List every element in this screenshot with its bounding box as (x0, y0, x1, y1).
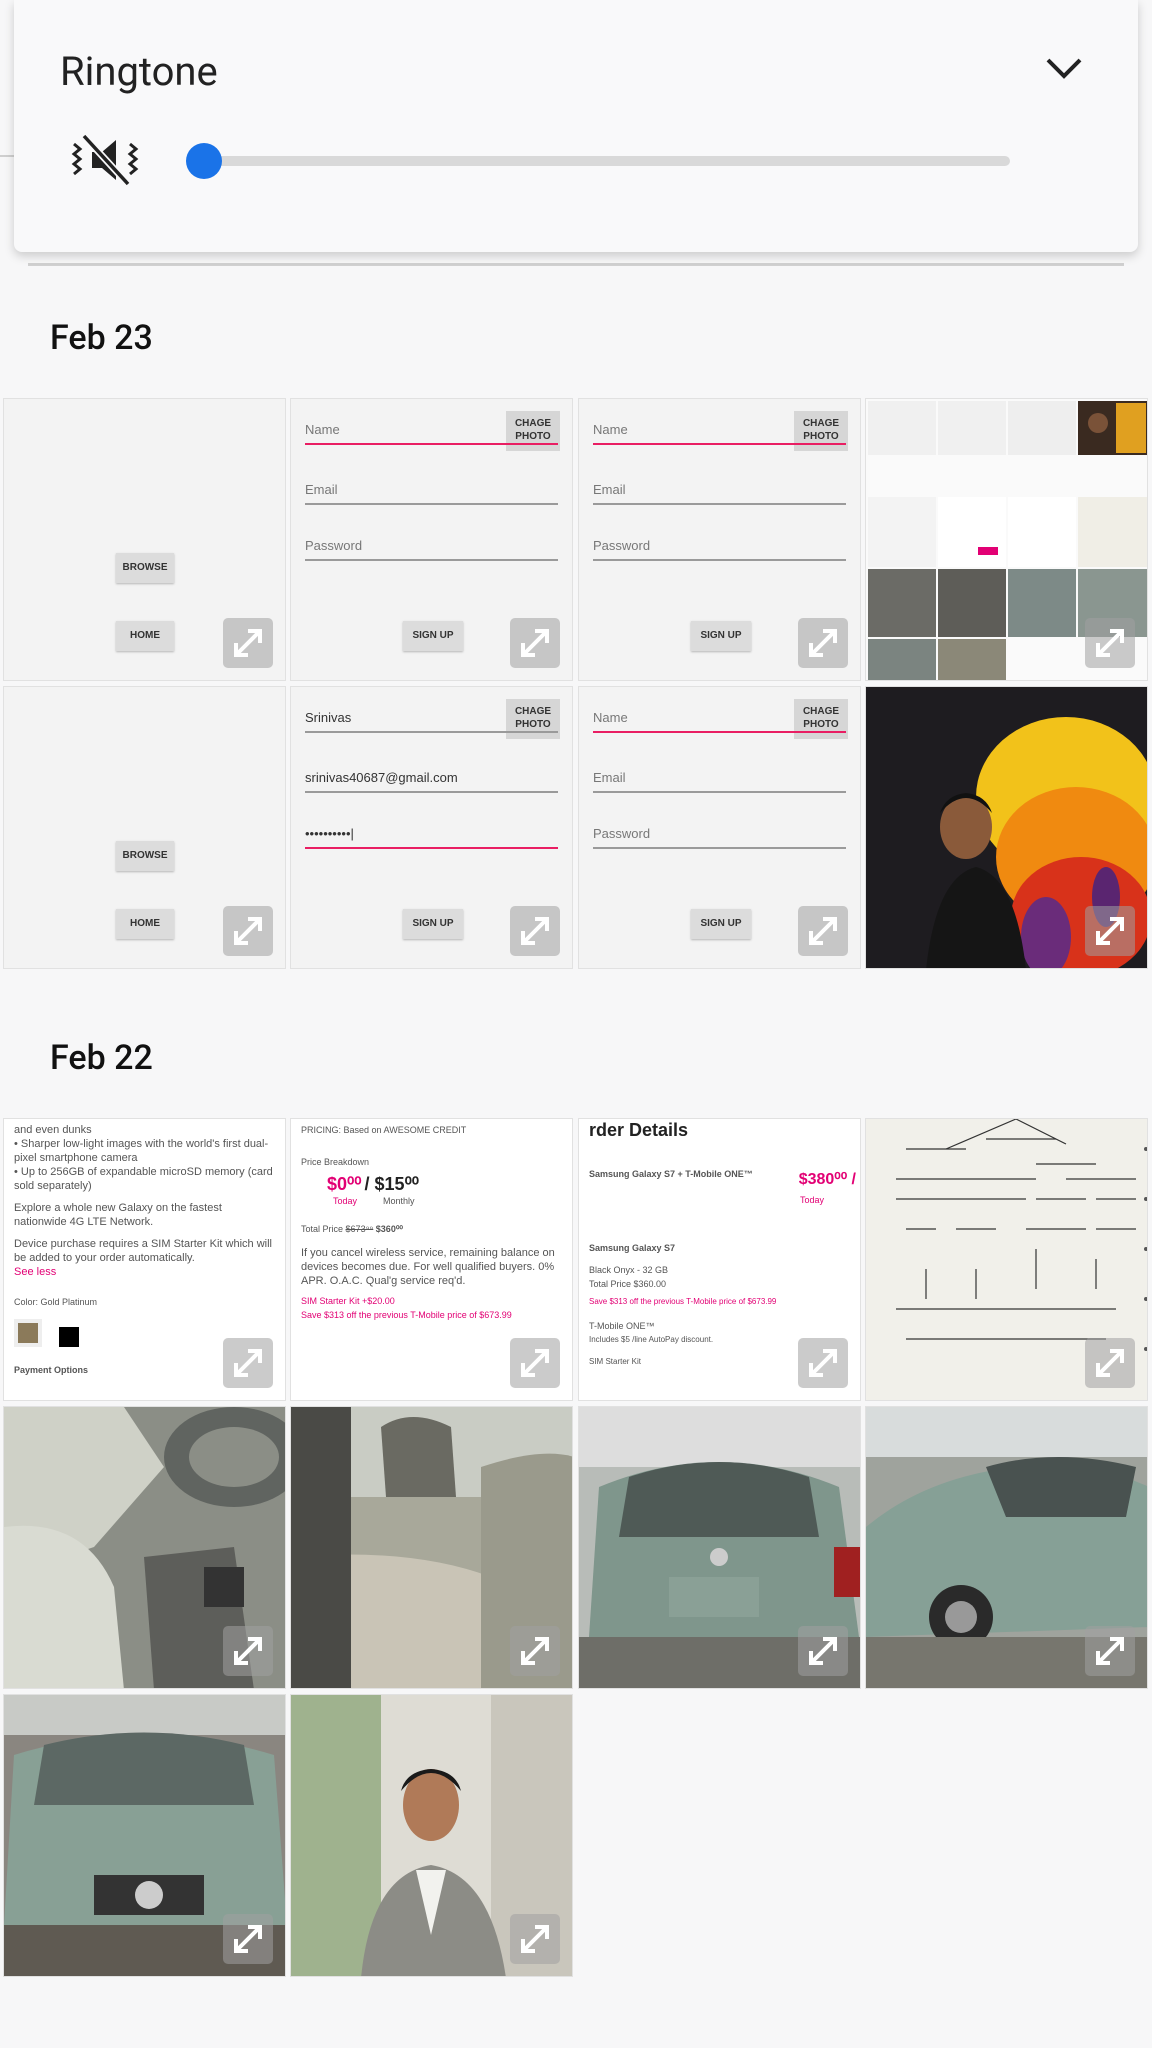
today-price: $0⁰⁰ (327, 1174, 362, 1194)
password-field-preview: Password (593, 533, 846, 561)
doc-text: Explore a whole new Galaxy on the fastes… (14, 1202, 222, 1228)
doc-text: Today (799, 1195, 824, 1205)
total-label: Total Price (301, 1224, 344, 1234)
photo-thumbnail[interactable]: CHAGE PHOTO Srinivas srinivas40687@gmail… (290, 686, 573, 969)
expand-icon[interactable] (1085, 1338, 1135, 1388)
section-date-feb-22: Feb 22 (50, 1038, 153, 1078)
photo-thumbnail[interactable]: and even dunks • Sharper low-light image… (3, 1118, 286, 1401)
swatch-gold (14, 1319, 42, 1347)
doc-text: Total Price $360.00 (589, 1279, 667, 1289)
expand-icon[interactable] (1085, 618, 1135, 668)
password-field-preview: Password (305, 533, 558, 561)
photo-thumbnail[interactable]: BROWSE HOME (3, 398, 286, 681)
doc-text: Save $313 off the previous T-Mobile pric… (589, 1297, 777, 1306)
name-field-preview: Name (305, 417, 558, 445)
photo-thumbnail[interactable] (290, 1694, 573, 1977)
background-divider (0, 155, 14, 157)
expand-icon[interactable] (510, 1626, 560, 1676)
expand-icon[interactable] (1085, 906, 1135, 956)
doc-text: Samsung Galaxy S7 (589, 1243, 676, 1253)
doc-text: • Up to 256GB of expandable microSD memo… (14, 1166, 273, 1192)
photo-thumbnail[interactable] (865, 1118, 1148, 1401)
doc-text: Save $313 off the previous T-Mobile pric… (301, 1310, 512, 1320)
total-old: $673⁹⁹ (345, 1224, 374, 1234)
expand-icon[interactable] (223, 618, 273, 668)
doc-text: T-Mobile ONE™ (589, 1321, 655, 1331)
total-new: $360⁰⁰ (375, 1224, 404, 1234)
expand-icon[interactable] (510, 1914, 560, 1964)
photo-thumbnail[interactable]: CHAGE PHOTO Name Email Password SIGN UP (578, 686, 861, 969)
signup-button-preview: SIGN UP (691, 621, 751, 651)
doc-text: Samsung Galaxy S7 + T-Mobile ONE™ (589, 1169, 753, 1179)
signup-button-preview: SIGN UP (403, 909, 463, 939)
doc-text: Black Onyx - 32 GB (589, 1265, 669, 1275)
name-field-preview: Srinivas (305, 705, 558, 733)
password-field-preview: Password (593, 821, 846, 849)
volume-slider[interactable] (186, 143, 1010, 179)
expand-icon[interactable] (798, 1626, 848, 1676)
name-field-preview: Name (593, 705, 846, 733)
photo-thumbnail[interactable] (3, 1406, 286, 1689)
doc-text: and even dunks (14, 1124, 92, 1136)
monthly-label: Monthly (383, 1196, 415, 1206)
signup-button-preview: SIGN UP (691, 909, 751, 939)
price-row: $0⁰⁰ / $15⁰⁰ (327, 1174, 419, 1194)
home-button-preview: HOME (116, 621, 174, 651)
doc-text: Price Breakdown (301, 1157, 370, 1167)
email-field-preview: Email (305, 477, 558, 505)
doc-text: If you cancel wireless service, remainin… (301, 1247, 555, 1287)
photo-thumbnail[interactable]: BROWSE HOME (3, 686, 286, 969)
volume-panel: Ringtone (14, 0, 1138, 252)
home-button-preview: HOME (116, 909, 174, 939)
doc-text: • Sharper low-light images with the worl… (14, 1138, 269, 1164)
photo-thumbnail[interactable] (865, 686, 1148, 969)
email-field-preview: srinivas40687@gmail.com (305, 765, 558, 793)
browse-button-preview: BROWSE (116, 553, 174, 583)
expand-icon[interactable] (798, 618, 848, 668)
see-less-link: See less (14, 1266, 57, 1278)
divider (28, 263, 1124, 266)
expand-icon[interactable] (798, 1338, 848, 1388)
photo-thumbnail[interactable] (290, 1406, 573, 1689)
password-field-preview: ••••••••••| (305, 821, 558, 849)
monthly-price: $15⁰⁰ (374, 1174, 419, 1194)
doc-text: Device purchase requires a SIM Starter K… (14, 1238, 272, 1264)
doc-text: SIM Starter Kit +$20.00 (301, 1296, 395, 1306)
email-field-preview: Email (593, 477, 846, 505)
browse-button-preview: BROWSE (116, 841, 174, 871)
expand-icon[interactable] (1085, 1626, 1135, 1676)
swatch-black (59, 1327, 80, 1347)
doc-header: rder Details (589, 1120, 689, 1140)
photo-thumbnail[interactable]: PRICING: Based on AWESOME CREDIT Price B… (290, 1118, 573, 1401)
photo-thumbnail[interactable] (865, 398, 1148, 681)
signup-button-preview: SIGN UP (403, 621, 463, 651)
expand-icon[interactable] (223, 1626, 273, 1676)
volume-stream-title: Ringtone (60, 48, 218, 95)
photo-thumbnail[interactable]: rder Details Samsung Galaxy S7 + T-Mobil… (578, 1118, 861, 1401)
photo-thumbnail[interactable] (3, 1694, 286, 1977)
photo-thumbnail[interactable] (578, 1406, 861, 1689)
photo-thumbnail[interactable]: CHAGE PHOTO Name Email Password SIGN UP (578, 398, 861, 681)
chevron-down-icon[interactable] (1042, 52, 1086, 84)
expand-icon[interactable] (510, 618, 560, 668)
today-label: Today (333, 1196, 358, 1206)
doc-text: PRICING: Based on AWESOME CREDIT (301, 1125, 467, 1135)
expand-icon[interactable] (510, 906, 560, 956)
name-field-preview: Name (593, 417, 846, 445)
expand-icon[interactable] (223, 1914, 273, 1964)
volume-slider-thumb[interactable] (186, 143, 222, 179)
section-date-feb-23: Feb 23 (50, 318, 153, 358)
color-label: Color: Gold Platinum (14, 1297, 98, 1307)
expand-icon[interactable] (223, 1338, 273, 1388)
expand-icon[interactable] (798, 906, 848, 956)
vibrate-off-icon[interactable] (70, 130, 140, 190)
expand-icon[interactable] (510, 1338, 560, 1388)
doc-price: $380⁰⁰ / (798, 1171, 856, 1188)
expand-icon[interactable] (223, 906, 273, 956)
email-field-preview: Email (593, 765, 846, 793)
photo-thumbnail[interactable] (865, 1406, 1148, 1689)
photo-thumbnail[interactable]: CHAGE PHOTO Name Email Password SIGN UP (290, 398, 573, 681)
